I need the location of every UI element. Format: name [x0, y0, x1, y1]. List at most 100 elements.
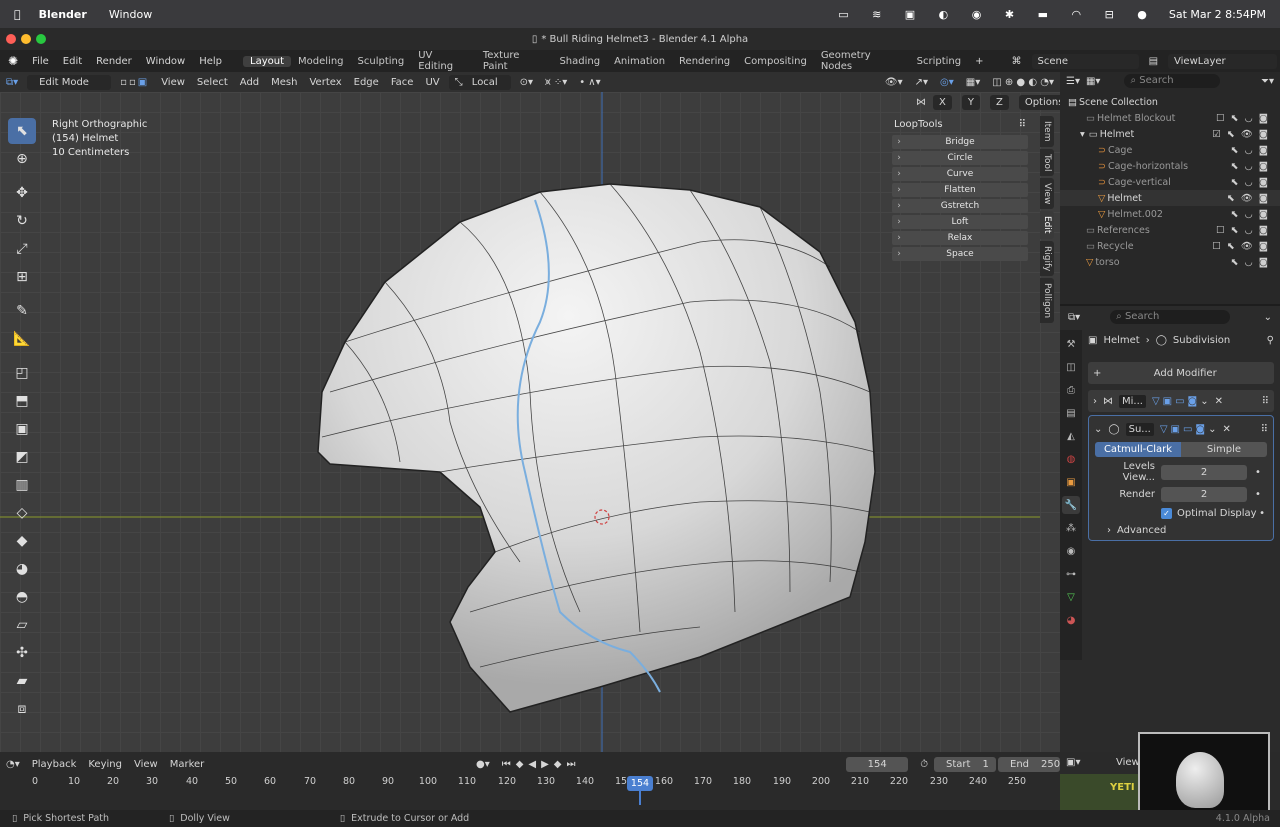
close-icon[interactable]: ✕ [1215, 396, 1223, 407]
scene-icon[interactable]: ⌘ [1005, 56, 1029, 67]
row-visibility-icons[interactable]: ⬉◡◙ [1231, 145, 1274, 156]
list-item[interactable]: ▽ torso ⬉◡◙ [1060, 254, 1280, 270]
optimal-display-checkbox[interactable]: ✓ [1161, 508, 1172, 519]
tab-compositing[interactable]: Compositing [737, 56, 814, 67]
modifier-toggle-icons[interactable]: ▽▣▭◙ [1152, 396, 1200, 407]
looptools-bridge-button[interactable]: › Bridge [892, 135, 1028, 149]
material-tab-icon[interactable]: ◕ [1062, 611, 1080, 629]
shear-tool-icon[interactable]: ▰ [8, 668, 36, 694]
tab-item[interactable]: Item [1040, 116, 1054, 147]
shading-mode-icons[interactable]: ◫ ⊕ ● ◐ ◔▾ [986, 77, 1060, 88]
tab-modeling[interactable]: Modeling [291, 56, 351, 67]
pivot-icon[interactable]: ⊙▾ [514, 77, 539, 88]
row-visibility-icons[interactable]: ⬉◡◙ [1231, 209, 1274, 220]
tab-rendering[interactable]: Rendering [672, 56, 737, 67]
scene-selector[interactable]: Scene [1031, 53, 1139, 69]
record-icon[interactable]: ●▾ [470, 759, 496, 770]
apple-menu-icon[interactable]:  [14, 8, 21, 21]
list-item[interactable]: ▭ Recycle ☐⬉👁◙ [1060, 238, 1280, 254]
view-layer-tab-icon[interactable]: ▤ [1062, 404, 1080, 422]
playback-menu[interactable]: Playback [26, 759, 83, 770]
bevel-tool-icon[interactable]: ◩ [8, 444, 36, 470]
constraints-tab-icon[interactable]: ⊶ [1062, 565, 1080, 583]
menu-add[interactable]: Add [234, 77, 265, 88]
orientation-selector[interactable]: ⤡ Local [448, 74, 511, 90]
list-item[interactable]: ⊃ Cage ⬉◡◙ [1060, 142, 1280, 158]
tab-scripting[interactable]: Scripting [910, 56, 968, 67]
viewlayer-selector[interactable]: ViewLayer [1168, 53, 1278, 69]
looptools-curve-button[interactable]: › Curve [892, 167, 1028, 181]
render-levels-field[interactable]: 2 [1161, 487, 1247, 502]
scale-tool-icon[interactable]: ⤢ [8, 236, 36, 262]
loop-cut-tool-icon[interactable]: ▥ [8, 472, 36, 498]
data-tab-icon[interactable]: ▽ [1062, 588, 1080, 606]
chevron-down-icon[interactable]: ⌄ [1208, 424, 1216, 435]
menu-edge[interactable]: Edge [348, 77, 385, 88]
menu-view[interactable]: View [155, 77, 191, 88]
spin-tool-icon[interactable]: ◕ [8, 556, 36, 582]
outliner-search[interactable]: ⌕ Search [1124, 74, 1221, 88]
modifier-tab-icon[interactable]: 🔧 [1062, 496, 1080, 514]
list-item[interactable]: ▽ Helmet.002 ⬉◡◙ [1060, 206, 1280, 222]
poly-build-tool-icon[interactable]: ◆ [8, 528, 36, 554]
expand-arrow-icon[interactable]: ▾ [1080, 129, 1085, 140]
tab-rigify[interactable]: Rigify [1040, 240, 1054, 277]
tab-layout[interactable]: Layout [243, 55, 292, 67]
list-item[interactable]: ▾ ▭ Helmet ☑⬉👁◙ [1060, 126, 1280, 142]
close-icon[interactable]: ✕ [1223, 424, 1231, 435]
list-item[interactable]: ▭ References ☐⬉◡◙ [1060, 222, 1280, 238]
list-item[interactable]: ▽ Helmet ⬉👁◙ [1060, 190, 1280, 206]
axis-y-toggle[interactable]: Y [961, 95, 980, 110]
edge-slide-tool-icon[interactable]: ▱ [8, 612, 36, 638]
menu-mesh[interactable]: Mesh [265, 77, 303, 88]
inset-tool-icon[interactable]: ▣ [8, 416, 36, 442]
properties-editor-icon[interactable]: ⧉▾ [1068, 312, 1080, 323]
minimize-window-icon[interactable] [21, 34, 31, 44]
modifier-toggle-icons[interactable]: ▽▣▭◙ [1160, 424, 1208, 435]
particles-tab-icon[interactable]: ⁂ [1062, 519, 1080, 537]
row-visibility-icons[interactable]: ☐⬉◡◙ [1216, 113, 1274, 124]
menu-edit[interactable]: Edit [56, 56, 89, 67]
playhead[interactable]: 154 [627, 776, 653, 791]
tab-sculpting[interactable]: Sculpting [351, 56, 412, 67]
menu-render[interactable]: Render [89, 56, 139, 67]
tab-edit[interactable]: Edit [1040, 211, 1054, 239]
row-visibility-icons[interactable]: ⬉◡◙ [1231, 257, 1274, 268]
row-visibility-icons[interactable]: ⬉◡◙ [1231, 177, 1274, 188]
row-visibility-icons[interactable]: ⬉◡◙ [1231, 161, 1274, 172]
proportional-edit-icon[interactable]: • ∧▾ [573, 77, 606, 88]
cursor-tool-icon[interactable]: ⊕ [8, 146, 36, 172]
advanced-subpanel[interactable]: › Advanced [1107, 525, 1273, 536]
select-mode-icons[interactable]: ▫▫▣ [114, 77, 155, 88]
rotate-tool-icon[interactable]: ↻ [8, 208, 36, 234]
screen-preview-thumbnail[interactable] [1138, 732, 1270, 818]
tool-tab-icon[interactable]: ⚒ [1062, 335, 1080, 353]
catmull-clark-tab[interactable]: Catmull-Clark [1095, 442, 1181, 457]
chevron-down-icon[interactable]: ⌄ [1094, 424, 1102, 435]
drag-handle-icon[interactable]: ⠿ [1262, 396, 1269, 407]
add-cube-tool-icon[interactable]: ◰ [8, 360, 36, 386]
looptools-circle-button[interactable]: › Circle [892, 151, 1028, 165]
visibility-icon[interactable]: 👁▾ [879, 77, 909, 88]
looptools-title[interactable]: LoopTools [894, 119, 943, 130]
tab-geometry-nodes[interactable]: Geometry Nodes [814, 50, 910, 72]
rip-tool-icon[interactable]: ⧈ [8, 696, 36, 722]
list-item[interactable]: ▭ Helmet Blockout ☐⬉◡◙ [1060, 110, 1280, 126]
overlay-icon[interactable]: ◎▾ [934, 77, 960, 88]
extrude-tool-icon[interactable]: ⬒ [8, 388, 36, 414]
tab-tool[interactable]: Tool [1040, 148, 1054, 176]
move-tool-icon[interactable]: ✥ [8, 180, 36, 206]
scene-tab-icon[interactable]: ◭ [1062, 427, 1080, 445]
timeline-view-menu[interactable]: View [128, 759, 164, 770]
keyframe-dot-icon[interactable]: • [1255, 467, 1261, 478]
axis-z-toggle[interactable]: Z [989, 95, 1009, 110]
gizmo-icon[interactable]: ↗▾ [909, 77, 934, 88]
tab-polligon[interactable]: Polligon [1040, 278, 1054, 324]
menu-select[interactable]: Select [191, 77, 234, 88]
mac-menu-window[interactable]: Window [109, 8, 152, 21]
row-visibility-icons[interactable]: ☐⬉👁◙ [1212, 241, 1274, 252]
looptools-space-button[interactable]: › Space [892, 247, 1028, 261]
world-tab-icon[interactable]: ◍ [1062, 450, 1080, 468]
row-visibility-icons[interactable]: ⬉👁◙ [1227, 193, 1274, 204]
mirror-modifier-header[interactable]: › ⋈ Mi... ▽▣▭◙ ⌄ ✕ ⠿ [1088, 390, 1274, 412]
